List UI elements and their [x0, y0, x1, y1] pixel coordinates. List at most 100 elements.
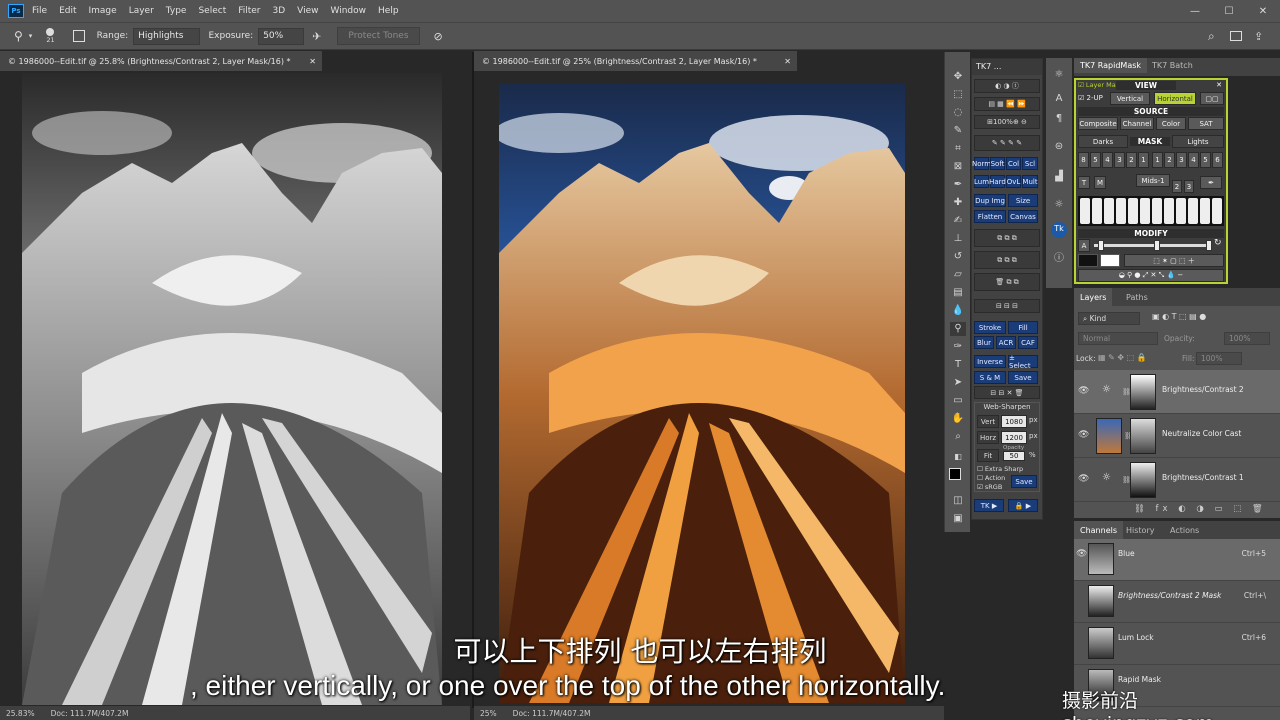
crop-tool-icon[interactable]: ⌗	[950, 142, 966, 156]
white-swatch[interactable]	[1100, 254, 1120, 267]
modify-tools-row-2[interactable]: ◒ ⚲ ● ⤢ ✕ ⤡ 💧 −	[1078, 269, 1224, 282]
refresh-icon[interactable]: ↻	[1214, 238, 1222, 248]
lock-icons-row[interactable]: ▦ ✎ ✥ ⬚ 🔒	[1098, 353, 1147, 362]
fill-button[interactable]: Fill	[1008, 321, 1038, 334]
mask-swatch[interactable]	[1200, 198, 1210, 224]
canvas-button[interactable]: Canvas	[1008, 210, 1038, 223]
range-select[interactable]: Highlights	[133, 27, 201, 45]
zoom-level[interactable]: 25%	[480, 709, 497, 718]
zoom-100-button[interactable]: 100%	[993, 118, 1013, 126]
horz-button[interactable]: Horz	[977, 431, 999, 444]
mask-swatch[interactable]	[1140, 198, 1150, 224]
size-button[interactable]: Size	[1008, 194, 1038, 207]
channel-button[interactable]: Channel	[1120, 117, 1154, 130]
tab-history[interactable]: History	[1120, 521, 1160, 539]
soft-button[interactable]: Soft	[990, 157, 1005, 170]
pressure-icon[interactable]: ⊘	[434, 30, 443, 43]
darks-8-button[interactable]: 8	[1078, 152, 1089, 168]
view-extra-button[interactable]: ▢▢	[1200, 92, 1224, 105]
eyedropper-button[interactable]: ✒	[1200, 176, 1222, 189]
tab-paths[interactable]: Paths	[1120, 288, 1154, 306]
lights-1-button[interactable]: 1	[1152, 152, 1163, 168]
channel-row[interactable]: Brightness/Contrast 2 Mask Ctrl+\	[1074, 581, 1280, 623]
brush-panel-icon[interactable]	[72, 30, 85, 42]
a-button[interactable]: A	[1078, 239, 1090, 252]
tab-tk7-batch[interactable]: TK7 Batch	[1146, 58, 1199, 73]
web-save-button[interactable]: Save	[1011, 475, 1037, 488]
horz-input[interactable]: 1200	[1001, 431, 1027, 444]
blend-mode-select[interactable]: Normal	[1078, 332, 1158, 345]
exposure-field[interactable]: 50%	[258, 27, 305, 45]
tk7-layer-icons-row-1[interactable]: ⧉ ⧉ ⧉	[974, 229, 1040, 247]
menu-window[interactable]: Window	[331, 6, 367, 16]
mask-swatch[interactable]	[1164, 198, 1174, 224]
brush-tool-icon[interactable]: ✍	[950, 214, 966, 228]
doc-size[interactable]: Doc: 111.7M/407.2M	[513, 709, 591, 718]
share-icon[interactable]: ⇪	[1254, 30, 1263, 43]
slider-handle-right[interactable]	[1206, 240, 1212, 251]
horizontal-button[interactable]: Horizontal	[1154, 92, 1196, 105]
rm-close-icon[interactable]: ✕	[1216, 81, 1222, 89]
foreground-color-swatch[interactable]	[949, 468, 961, 480]
hard-button[interactable]: Hard	[989, 175, 1006, 188]
mask-swatch[interactable]	[1188, 198, 1198, 224]
caf-button[interactable]: CAF	[1018, 336, 1038, 349]
tk7-misc-row[interactable]: ⊟ ⊟ ✕ 🗑	[974, 386, 1040, 399]
darks-2-button[interactable]: 2	[1126, 152, 1137, 168]
menu-edit[interactable]: Edit	[59, 6, 76, 16]
layer-name[interactable]: Neutralize Color Cast	[1162, 429, 1241, 438]
darks-3-button[interactable]: 3	[1114, 152, 1125, 168]
norm-button[interactable]: Norm	[972, 157, 991, 170]
menu-file[interactable]: File	[32, 6, 47, 16]
mask-swatch[interactable]	[1080, 198, 1090, 224]
tab-tk7-rapidmask[interactable]: TK7 RapidMask	[1074, 58, 1148, 73]
frame-tool-icon[interactable]: ⊠	[950, 160, 966, 174]
layer-name[interactable]: Brightness/Contrast 1	[1162, 473, 1244, 482]
lum-button[interactable]: Lum	[974, 175, 989, 188]
minimize-button[interactable]: —	[1178, 0, 1212, 22]
inverse-button[interactable]: Inverse	[974, 355, 1006, 368]
tk-lock-button[interactable]: 🔒 ▶	[1008, 499, 1038, 512]
tab-channels[interactable]: Channels	[1074, 521, 1124, 539]
history-brush-tool-icon[interactable]: ↺	[950, 250, 966, 264]
black-swatch[interactable]	[1078, 254, 1098, 267]
layer-mask-thumbnail[interactable]	[1130, 462, 1156, 498]
layer-thumbnail[interactable]	[1096, 418, 1122, 454]
layer-row[interactable]: 👁 ⛓ Neutralize Color Cast	[1074, 414, 1280, 458]
action-checkbox[interactable]: ☐ Action	[977, 474, 1005, 482]
workspace-icon[interactable]	[1230, 31, 1242, 41]
menu-type[interactable]: Type	[166, 6, 187, 16]
scl-button[interactable]: Scl	[1022, 157, 1038, 170]
mids-button[interactable]: Mids-1	[1136, 174, 1170, 187]
menu-help[interactable]: Help	[378, 6, 399, 16]
eyedropper-tool-icon[interactable]: ✒	[950, 178, 966, 192]
vert-input[interactable]: 1080	[1001, 415, 1027, 428]
info-icon[interactable]: ⓘ	[1051, 252, 1067, 266]
menu-3d[interactable]: 3D	[273, 6, 286, 16]
visibility-eye-icon[interactable]: 👁	[1078, 430, 1089, 440]
vertical-button[interactable]: Vertical	[1110, 92, 1150, 105]
opacity-input[interactable]: 50	[1003, 451, 1025, 461]
channel-row[interactable]: 👁 Blue Ctrl+5	[1074, 539, 1280, 581]
character-icon[interactable]: A	[1051, 92, 1067, 106]
dodge-tool-icon[interactable]: ⚲	[14, 29, 23, 43]
layer-row[interactable]: 👁 ☼ ⛓ Brightness/Contrast 2	[1074, 370, 1280, 414]
canvas-left[interactable]: 25.83% Doc: 111.7M/407.2M	[0, 71, 470, 720]
dup-img-button[interactable]: Dup Img	[974, 194, 1006, 207]
fit-button[interactable]: Fit	[977, 449, 999, 462]
tk7-brushes-row[interactable]: ✎ ✎ ✎ ✎	[974, 135, 1040, 151]
stamp-tool-icon[interactable]: ⊥	[950, 232, 966, 246]
sat-button[interactable]: SAT	[1188, 117, 1224, 130]
paragraph-icon[interactable]: ¶	[1051, 112, 1067, 126]
zoom-level[interactable]: 25.83%	[6, 709, 35, 718]
tk7-layer-icons-row-3[interactable]: 🗑 ⧉ ⧉	[974, 273, 1040, 291]
menu-select[interactable]: Select	[198, 6, 226, 16]
mask-swatch[interactable]	[1212, 198, 1222, 224]
composite-button[interactable]: Composite	[1078, 117, 1118, 130]
gradient-tool-icon[interactable]: ▤	[950, 286, 966, 300]
search-icon[interactable]: ⌕	[1208, 29, 1215, 44]
ovl-button[interactable]: OvL	[1006, 175, 1021, 188]
mult-button[interactable]: Mult	[1022, 175, 1038, 188]
move-tool-icon[interactable]: ✥	[950, 70, 966, 84]
pen-tool-icon[interactable]: ✑	[950, 340, 966, 354]
